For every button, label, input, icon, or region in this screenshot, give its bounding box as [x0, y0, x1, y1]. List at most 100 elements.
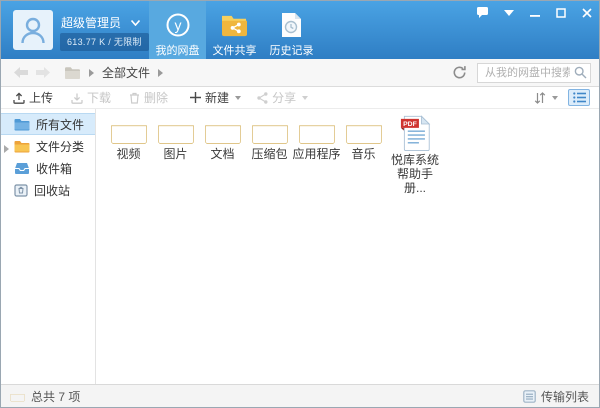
- plus-icon: [190, 92, 201, 103]
- folder-icon: [345, 115, 383, 145]
- sidebar-item-label: 所有文件: [36, 116, 84, 133]
- toolbar: 上传 下载 删除 新建 分享: [1, 87, 599, 109]
- upload-label: 上传: [29, 89, 53, 106]
- pdf-file-icon: PDF: [399, 115, 432, 151]
- new-caret-icon: [235, 96, 241, 100]
- list-view-button[interactable]: [568, 89, 590, 106]
- file-item-folder[interactable]: 图片: [152, 115, 199, 161]
- share-caret-icon: [302, 96, 308, 100]
- file-item-pdf[interactable]: PDF 悦库系统帮助手册...: [387, 115, 443, 195]
- close-button[interactable]: [580, 6, 593, 19]
- folder-icon: [251, 115, 289, 145]
- folder-icon: [204, 115, 242, 145]
- file-name: 视频: [116, 147, 140, 161]
- list-view-icon: [573, 92, 586, 103]
- sort-caret-icon: [552, 96, 558, 100]
- pdf-badge: PDF: [403, 121, 417, 128]
- sidebar-item-recycle-bin[interactable]: 回收站: [1, 179, 95, 201]
- recycle-bin-icon: [14, 184, 28, 197]
- tab-history[interactable]: 历史记录: [263, 1, 320, 59]
- sidebar-item-inbox[interactable]: 收件箱: [1, 157, 95, 179]
- sidebar-item-all-files[interactable]: 所有文件: [1, 113, 95, 135]
- folder-icon: [157, 115, 195, 145]
- expand-chevron-icon[interactable]: [4, 142, 9, 156]
- main-tabs: y 我的网盘 文件共享: [149, 1, 320, 59]
- share-label: 分享: [272, 89, 296, 106]
- trash-icon: [129, 92, 140, 104]
- refresh-button[interactable]: [452, 65, 467, 80]
- file-item-folder[interactable]: 音乐: [340, 115, 387, 161]
- history-icon: [280, 10, 303, 40]
- avatar[interactable]: [13, 10, 53, 50]
- orange-folder-icon: [14, 140, 30, 153]
- upload-button[interactable]: 上传: [13, 89, 53, 106]
- share-button[interactable]: 分享: [257, 89, 308, 106]
- item-count-label: 总共 7 项: [31, 388, 80, 405]
- file-name: 压缩包: [251, 147, 287, 161]
- status-bar: 总共 7 项 传输列表: [1, 384, 599, 407]
- tab-label: 文件共享: [213, 42, 257, 58]
- tab-label: 我的网盘: [156, 42, 200, 58]
- breadcrumb-separator-icon[interactable]: [158, 69, 163, 77]
- user-icon: [20, 16, 46, 44]
- sidebar-item-label: 回收站: [34, 182, 70, 199]
- file-name: 图片: [163, 147, 187, 161]
- breadcrumb-folder-icon: [64, 66, 81, 80]
- skin-menu-icon[interactable]: [502, 6, 515, 19]
- tab-label: 历史记录: [270, 42, 314, 58]
- user-name: 超级管理员: [61, 14, 121, 31]
- blue-folder-icon: [14, 118, 30, 131]
- minimize-button[interactable]: [528, 6, 541, 19]
- breadcrumb[interactable]: 全部文件: [102, 64, 150, 81]
- transfer-list-icon: [523, 390, 536, 403]
- sidebar-item-categories[interactable]: 文件分类: [1, 135, 95, 157]
- file-item-folder[interactable]: 文档: [199, 115, 246, 161]
- address-bar: 全部文件: [1, 59, 599, 87]
- folder-icon: [298, 115, 336, 145]
- download-label: 下载: [87, 89, 111, 106]
- download-button[interactable]: 下载: [71, 89, 111, 106]
- message-icon[interactable]: [476, 6, 489, 19]
- breadcrumb-separator-icon: [89, 69, 94, 77]
- upload-icon: [13, 92, 25, 104]
- share-folder-icon: [220, 10, 249, 40]
- user-menu[interactable]: 超级管理员: [61, 14, 140, 31]
- addressbar-right: [452, 63, 599, 83]
- sidebar-item-label: 文件分类: [36, 138, 84, 155]
- netdisk-logo-icon: y: [165, 10, 191, 40]
- sidebar-item-label: 收件箱: [36, 160, 72, 177]
- search-box: [477, 63, 591, 83]
- forward-button[interactable]: [36, 67, 50, 78]
- window-controls: [476, 6, 593, 19]
- delete-label: 删除: [144, 89, 168, 106]
- file-item-folder[interactable]: 视频: [105, 115, 152, 161]
- storage-quota: 613.77 K / 无限制: [60, 33, 149, 51]
- tab-file-share[interactable]: 文件共享: [206, 1, 263, 59]
- item-count: 总共 7 项: [10, 388, 80, 405]
- file-item-folder[interactable]: 压缩包: [246, 115, 293, 161]
- logo-glyph: y: [174, 17, 181, 33]
- download-icon: [71, 92, 83, 104]
- mini-folder-icon: [10, 390, 25, 402]
- sort-button[interactable]: [534, 92, 558, 104]
- share-icon: [257, 92, 268, 104]
- file-name: 悦库系统帮助手册...: [388, 153, 442, 195]
- file-name: 音乐: [351, 147, 375, 161]
- app-window: 超级管理员 613.77 K / 无限制 y 我的网盘: [0, 0, 600, 408]
- search-icon[interactable]: [574, 66, 587, 82]
- file-grid: 视频 图片 文档 压缩包 应用程序 音乐: [97, 109, 599, 384]
- sort-icon: [534, 92, 546, 104]
- transfer-list-button[interactable]: 传输列表: [523, 388, 589, 405]
- file-item-folder[interactable]: 应用程序: [293, 115, 340, 161]
- new-button[interactable]: 新建: [190, 89, 241, 106]
- maximize-button[interactable]: [554, 6, 567, 19]
- back-button[interactable]: [14, 67, 28, 78]
- folder-icon: [110, 115, 148, 145]
- header: 超级管理员 613.77 K / 无限制 y 我的网盘: [1, 1, 599, 59]
- file-name: 文档: [210, 147, 234, 161]
- delete-button[interactable]: 删除: [129, 89, 168, 106]
- tab-my-drive[interactable]: y 我的网盘: [149, 1, 206, 59]
- chevron-down-icon: [131, 20, 140, 26]
- inbox-icon: [14, 162, 30, 175]
- transfer-list-label: 传输列表: [541, 388, 589, 405]
